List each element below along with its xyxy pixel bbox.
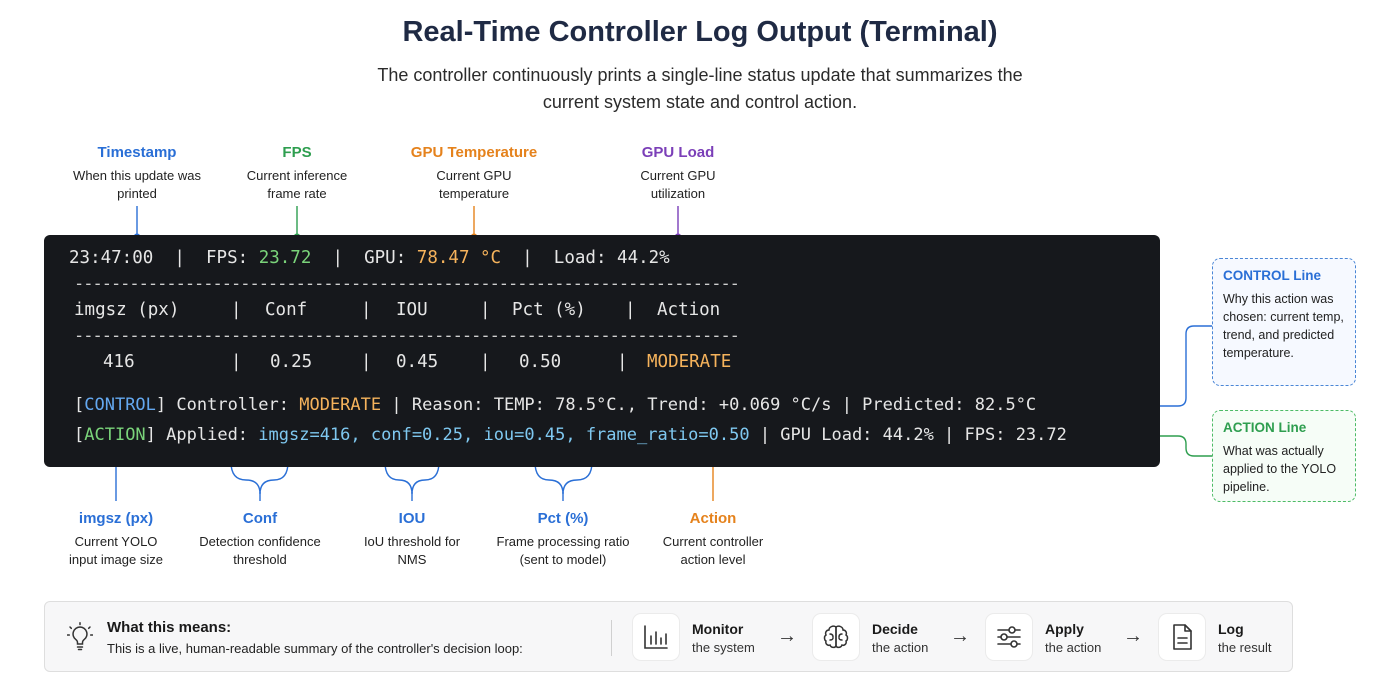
label-desc: Current YOLO input image size [69, 534, 163, 567]
action-line-callout: ACTION Line What was actually applied to… [1212, 410, 1356, 502]
separator: | [480, 352, 491, 372]
timestamp-value: 23:47:00 [69, 248, 154, 268]
step-sub-monitor: the system [692, 640, 755, 655]
separator: | [174, 248, 185, 268]
page-subtitle: The controller continuously prints a sin… [377, 65, 1023, 112]
divider [611, 620, 612, 656]
callout-desc: What was actually applied to the YOLO pi… [1223, 444, 1337, 494]
label-title: Timestamp [97, 144, 177, 161]
value-imgsz: 416 [103, 352, 135, 372]
label-action: Action Current controller action level [653, 509, 773, 569]
callout-desc: Why this action was chosen: current temp… [1223, 292, 1344, 360]
separator: | [332, 248, 344, 268]
separator: | [361, 300, 372, 320]
summary-desc: This is a live, human-readable summary o… [107, 641, 523, 656]
separator: | [361, 352, 372, 372]
load-label: Load: [553, 248, 607, 268]
document-icon [1159, 614, 1205, 660]
arrow-icon: → [1123, 625, 1143, 647]
applied-label: Applied: [166, 425, 249, 445]
separator: | [480, 300, 491, 320]
label-pct: Pct (%) Frame processing ratio (sent to … [496, 509, 630, 569]
column-header-iou: IOU [396, 300, 428, 320]
label-desc: Current GPU temperature [436, 168, 512, 201]
action-tag: ACTION [84, 425, 146, 445]
arrow-icon: → [950, 625, 970, 647]
label-title: Pct (%) [537, 510, 589, 527]
arrow-icon: → [777, 625, 797, 647]
label-imgsz: imgsz (px) Current YOLO input image size [56, 509, 176, 569]
separator: | [231, 352, 242, 372]
control-line-callout: CONTROL Line Why this action was chosen:… [1212, 258, 1356, 386]
step-sub-log: the result [1218, 640, 1272, 655]
applied-params: imgsz=416, conf=0.25, iou=0.45, frame_ra… [258, 425, 750, 445]
separator: | [231, 300, 242, 320]
label-desc: Current GPU utilization [640, 168, 716, 201]
controller-label: Controller: [176, 395, 289, 415]
label-desc: IoU threshold for NMS [363, 534, 461, 567]
terminal-window: 23:47:00 | FPS: 23.72 | GPU: 78.47 °C | … [44, 235, 1160, 467]
column-header-pct: Pct (%) [512, 300, 586, 320]
label-desc: Current inference frame rate [246, 168, 348, 201]
label-title: Action [689, 510, 737, 527]
control-line: [CONTROL] Controller: MODERATE | Reason:… [74, 395, 1037, 415]
label-gpu-temperature: GPU Temperature Current GPU temperature [399, 143, 549, 203]
separator: | [617, 352, 628, 372]
label-title: Conf [242, 510, 278, 527]
action-line: [ACTION] Applied: imgsz=416, conf=0.25, … [74, 425, 1067, 445]
label-title: GPU Load [641, 144, 715, 161]
fps-label: FPS: [206, 248, 249, 268]
column-header-action: Action [657, 300, 721, 320]
load-value: 44.2% [617, 248, 670, 268]
column-header-imgsz: imgsz (px) [74, 300, 180, 320]
value-pct: 0.50 [519, 352, 562, 372]
control-details: | Reason: TEMP: 78.5°C., Trend: +0.069 °… [391, 395, 1037, 415]
controller-value: MODERATE [299, 395, 382, 415]
column-header-conf: Conf [265, 300, 308, 320]
divider-line: ----------------------------------------… [74, 326, 741, 346]
label-title: imgsz (px) [78, 510, 154, 527]
lightbulb-icon [67, 622, 93, 651]
action-details: | GPU Load: 44.2% | FPS: 23.72 [759, 425, 1067, 445]
fps-value: 23.72 [258, 248, 312, 268]
label-desc: When this update was printed [73, 168, 201, 201]
separator: | [625, 300, 636, 320]
callout-title: CONTROL Line [1223, 268, 1322, 283]
divider-line: ----------------------------------------… [74, 274, 741, 294]
label-desc: Detection confidence threshold [199, 534, 321, 567]
value-iou: 0.45 [396, 352, 439, 372]
status-line: 23:47:00 | FPS: 23.72 | GPU: 78.47 °C | … [69, 248, 670, 268]
callout-title: ACTION Line [1223, 420, 1307, 435]
label-desc: Frame processing ratio (sent to model) [496, 534, 630, 567]
separator: | [522, 248, 533, 268]
value-action: MODERATE [647, 352, 732, 372]
summary-panel: What this means: This is a live, human-r… [44, 601, 1293, 672]
label-title: IOU [398, 510, 426, 527]
step-title-decide: Decide [872, 621, 918, 637]
label-title: GPU Temperature [410, 144, 538, 161]
control-tag: CONTROL [84, 395, 156, 415]
summary-title: What this means: [107, 619, 232, 636]
brain-icon [813, 614, 859, 660]
gpu-temp-value: 78.47 °C [416, 248, 502, 268]
label-conf: Conf Detection confidence threshold [190, 509, 330, 569]
step-title-log: Log [1218, 621, 1244, 637]
step-sub-apply: the action [1045, 640, 1102, 655]
page-title: Real-Time Controller Log Output (Termina… [402, 16, 998, 48]
label-gpu-load: GPU Load Current GPU utilization [613, 143, 743, 203]
bar-chart-icon [633, 614, 679, 660]
label-timestamp: Timestamp When this update was printed [72, 143, 202, 203]
step-title-apply: Apply [1045, 621, 1084, 637]
gpu-label: GPU: [364, 248, 407, 268]
step-title-monitor: Monitor [692, 621, 744, 637]
label-fps: FPS Current inference frame rate [232, 143, 362, 203]
value-conf: 0.25 [270, 352, 313, 372]
label-desc: Current controller action level [662, 534, 764, 567]
step-sub-decide: the action [872, 640, 929, 655]
sliders-icon [986, 614, 1032, 660]
label-title: FPS [282, 144, 312, 161]
label-iou: IOU IoU threshold for NMS [352, 509, 472, 569]
